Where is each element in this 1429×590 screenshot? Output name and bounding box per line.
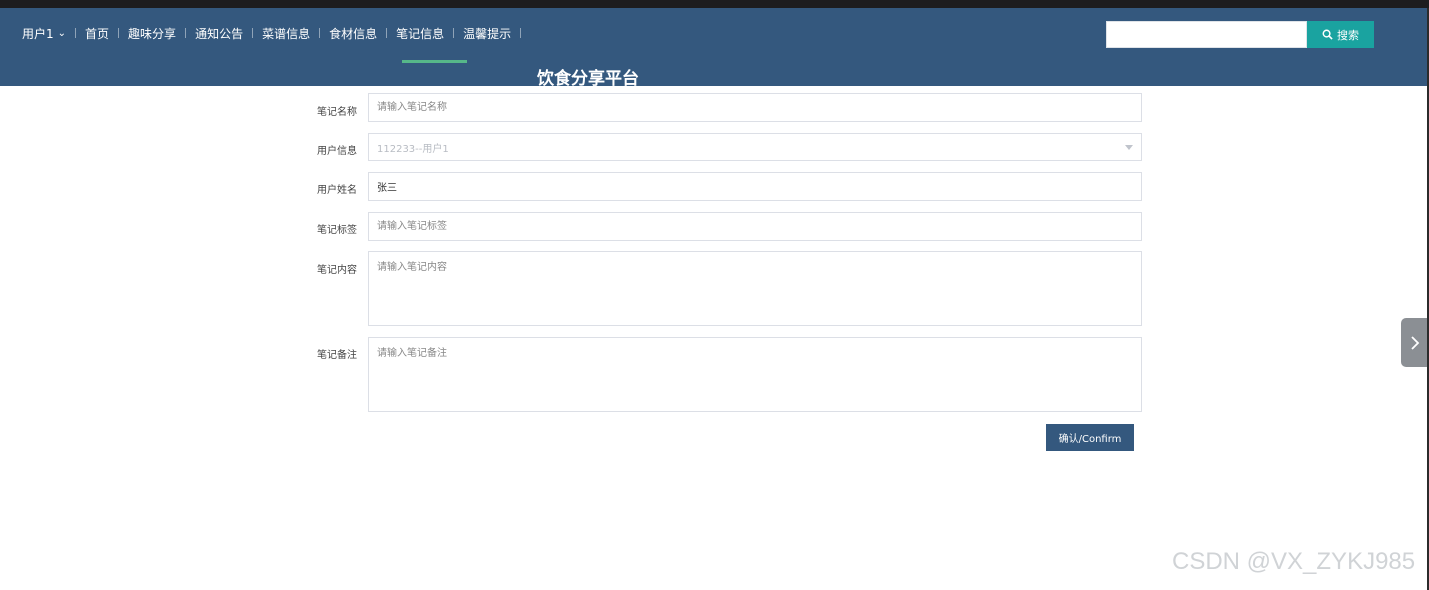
nav-item-notes[interactable]: 笔记信息	[396, 25, 444, 42]
user-info-value: 112233--用户1	[377, 143, 449, 155]
user-info-select[interactable]: 112233--用户1	[368, 133, 1142, 161]
search-input[interactable]	[1106, 21, 1307, 48]
user-name: 用户1	[22, 26, 54, 41]
user-name-label: 用户姓名	[317, 185, 357, 196]
note-content-label: 笔记内容	[317, 265, 357, 276]
note-remark-label: 笔记备注	[317, 350, 357, 361]
nav-divider	[453, 28, 455, 38]
note-tag-label: 笔记标签	[317, 225, 357, 236]
chevron-down-icon: ⌄	[57, 27, 67, 39]
user-name-input[interactable]	[368, 172, 1142, 201]
nav-item-fun-share[interactable]: 趣味分享	[128, 25, 176, 42]
nav-item-recipe[interactable]: 菜谱信息	[262, 25, 310, 42]
nav-active-underline	[402, 60, 467, 63]
form-row-note-content: 笔记内容	[300, 252, 357, 276]
note-name-label: 笔记名称	[317, 107, 357, 118]
page-title: 饮食分享平台	[537, 69, 639, 89]
confirm-button[interactable]: 确认/Confirm	[1046, 424, 1134, 451]
caret-down-icon	[1125, 145, 1133, 150]
watermark: CSDN @VX_ZYKJ985	[1172, 548, 1416, 575]
nav-divider	[185, 28, 187, 38]
search-button-label: 搜索	[1337, 29, 1359, 42]
nav-divider	[252, 28, 254, 38]
side-panel-toggle[interactable]	[1401, 318, 1429, 367]
form-row-note-tag: 笔记标签	[300, 212, 357, 236]
nav-divider	[520, 28, 522, 38]
nav-divider	[75, 28, 77, 38]
form-row-user-info: 用户信息	[300, 133, 357, 157]
chevron-right-icon	[1411, 335, 1420, 350]
note-remark-textarea[interactable]	[368, 337, 1142, 412]
form-row-note-remark: 笔记备注	[300, 337, 357, 361]
note-name-input[interactable]	[368, 93, 1142, 122]
note-content-textarea[interactable]	[368, 251, 1142, 326]
search-icon	[1322, 29, 1333, 40]
nav-item-ingredient[interactable]: 食材信息	[329, 25, 377, 42]
note-tag-input[interactable]	[368, 212, 1142, 241]
form-row-note-name: 笔记名称	[300, 94, 357, 118]
nav-divider	[386, 28, 388, 38]
nav-item-home[interactable]: 首页	[85, 25, 109, 42]
nav-item-notice[interactable]: 通知公告	[195, 25, 243, 42]
nav-divider	[118, 28, 120, 38]
window-top-strip	[0, 0, 1429, 8]
main-nav: 用户1 ⌄ 首页 趣味分享 通知公告 菜谱信息 食材信息 笔记信息 温馨提示	[22, 24, 530, 42]
user-menu[interactable]: 用户1 ⌄	[22, 25, 66, 42]
search-button[interactable]: 搜索	[1307, 21, 1374, 48]
nav-item-tips[interactable]: 温馨提示	[463, 25, 511, 42]
top-navbar: 用户1 ⌄ 首页 趣味分享 通知公告 菜谱信息 食材信息 笔记信息 温馨提示 搜…	[0, 8, 1429, 89]
nav-divider	[319, 28, 321, 38]
user-info-label: 用户信息	[317, 146, 357, 157]
form-row-user-name: 用户姓名	[300, 172, 357, 196]
